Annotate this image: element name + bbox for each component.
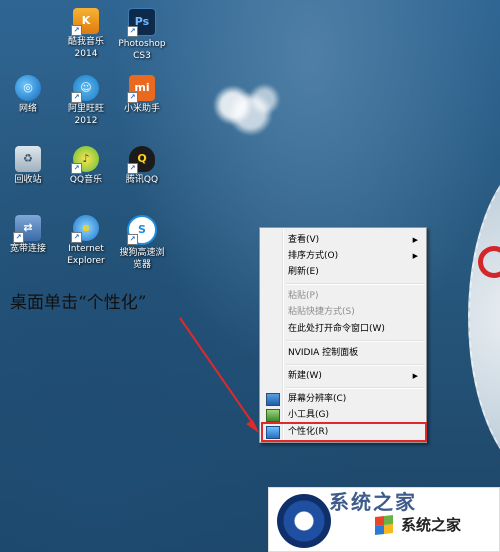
- submenu-arrow-icon: ▶: [412, 372, 418, 380]
- sogou-browser-icon: S ↗: [127, 215, 157, 245]
- watermark-title: 系统之家: [329, 490, 417, 514]
- desktop-icon-sogou-browser[interactable]: S ↗ 搜狗高速浏 览器: [110, 215, 174, 271]
- internet-explorer-icon: e ↗: [71, 215, 99, 243]
- menu-item-open-command-window[interactable]: 在此处打开命令窗口(W): [262, 321, 424, 337]
- screen-resolution-icon: [266, 393, 280, 406]
- context-menu: 查看(V) ▶ 排序方式(O) ▶ 刷新(E) 粘贴(P) 粘贴快捷方式(S) …: [259, 227, 427, 443]
- mi-assistant-icon: mi ↗: [127, 75, 155, 103]
- broadband-connection-icon: ⇄ ↗: [13, 215, 41, 243]
- menu-item-label: 在此处打开命令窗口(W): [288, 324, 385, 334]
- desktop-icon-label: 搜狗高速浏 览器: [119, 248, 165, 270]
- desktop-icon-label: 酷我音乐 2014: [67, 37, 104, 59]
- submenu-arrow-icon: ▶: [412, 252, 418, 260]
- desktop-icon-internet-explorer[interactable]: e ↗ Internet Explorer: [54, 215, 118, 267]
- menu-item-label: 刷新(E): [288, 267, 319, 277]
- desktop-icon-label: 网络: [18, 104, 37, 114]
- windows-logo-icon: [375, 515, 393, 535]
- tencent-qq-icon: Q ↗: [127, 146, 155, 174]
- menu-item-label: 新建(W): [288, 371, 322, 381]
- desktop-icon-aliwangwang[interactable]: ☺ ↗ 阿里旺旺 2012: [54, 75, 118, 127]
- wallpaper-globe: [468, 150, 500, 484]
- desktop-icon-recycle-bin[interactable]: ♻ 回收站: [0, 146, 60, 186]
- desktop-icon-label: 阿里旺旺 2012: [67, 104, 104, 126]
- menu-item-gadgets[interactable]: 小工具(G): [262, 407, 424, 423]
- menu-item-view[interactable]: 查看(V) ▶: [262, 232, 424, 248]
- menu-item-label: 查看(V): [288, 235, 320, 245]
- desktop-icon-broadband[interactable]: ⇄ ↗ 宽带连接: [0, 215, 60, 255]
- instruction-text: 桌面单击“个性化”: [10, 293, 147, 313]
- network-icon: ◎: [15, 75, 41, 101]
- desktop-icon-label: 小米助手: [123, 104, 160, 114]
- menu-separator: [286, 340, 424, 342]
- menu-item-label: 粘贴(P): [288, 291, 319, 301]
- menu-separator: [286, 283, 424, 285]
- menu-item-nvidia-control-panel[interactable]: NVIDIA 控制面板: [262, 345, 424, 361]
- menu-item-refresh[interactable]: 刷新(E): [262, 264, 424, 280]
- gadgets-icon: [266, 409, 280, 422]
- personalize-highlight-box: [261, 422, 427, 442]
- menu-item-paste: 粘贴(P): [262, 288, 424, 304]
- menu-item-sort-by[interactable]: 排序方式(O) ▶: [262, 248, 424, 264]
- desktop-icon-label: Internet Explorer: [67, 244, 105, 266]
- menu-item-label: NVIDIA 控制面板: [288, 348, 359, 358]
- kuwo-music-icon: K ↗: [71, 8, 99, 36]
- desktop-icon-label: 腾讯QQ: [125, 175, 159, 185]
- watermark-logo-icon: [277, 494, 331, 548]
- desktop-icon-network[interactable]: ◎ 网络: [0, 75, 60, 115]
- desktop-icon-tencent-qq[interactable]: Q ↗ 腾讯QQ: [110, 146, 174, 186]
- watermark-text: 系统之家: [397, 514, 466, 535]
- menu-item-label: 小工具(G): [288, 410, 329, 420]
- submenu-arrow-icon: ▶: [412, 236, 418, 244]
- menu-item-new[interactable]: 新建(W) ▶: [262, 368, 424, 384]
- menu-item-label: 粘贴快捷方式(S): [288, 307, 355, 317]
- desktop-icon-qq-music[interactable]: ♪ ↗ QQ音乐: [54, 146, 118, 186]
- recycle-bin-icon: ♻: [15, 146, 41, 172]
- qq-music-icon: ♪ ↗: [71, 146, 99, 174]
- photoshop-icon: Ps ↗: [127, 8, 156, 37]
- desktop-icon-kuwo-music[interactable]: K ↗ 酷我音乐 2014: [54, 8, 118, 60]
- desktop-icon-photoshop[interactable]: Ps ↗ Photoshop CS3: [110, 8, 174, 62]
- desktop-icon-label: 宽带连接: [9, 244, 46, 254]
- menu-item-screen-resolution[interactable]: 屏幕分辨率(C): [262, 391, 424, 407]
- desktop-icon-mi-assistant[interactable]: mi ↗ 小米助手: [110, 75, 174, 115]
- menu-item-label: 排序方式(O): [288, 251, 339, 261]
- menu-item-paste-shortcut: 粘贴快捷方式(S): [262, 304, 424, 320]
- site-watermark: 系统之家 系统之家: [268, 487, 500, 552]
- wallpaper-cloud: [212, 82, 282, 140]
- menu-separator: [286, 364, 424, 366]
- desktop-icon-label: 回收站: [14, 175, 42, 185]
- menu-item-label: 屏幕分辨率(C): [288, 394, 347, 404]
- desktop-icon-label: QQ音乐: [69, 175, 103, 185]
- desktop-icon-label: Photoshop CS3: [118, 39, 166, 61]
- aliwangwang-icon: ☺ ↗: [71, 75, 99, 103]
- menu-separator: [286, 387, 424, 389]
